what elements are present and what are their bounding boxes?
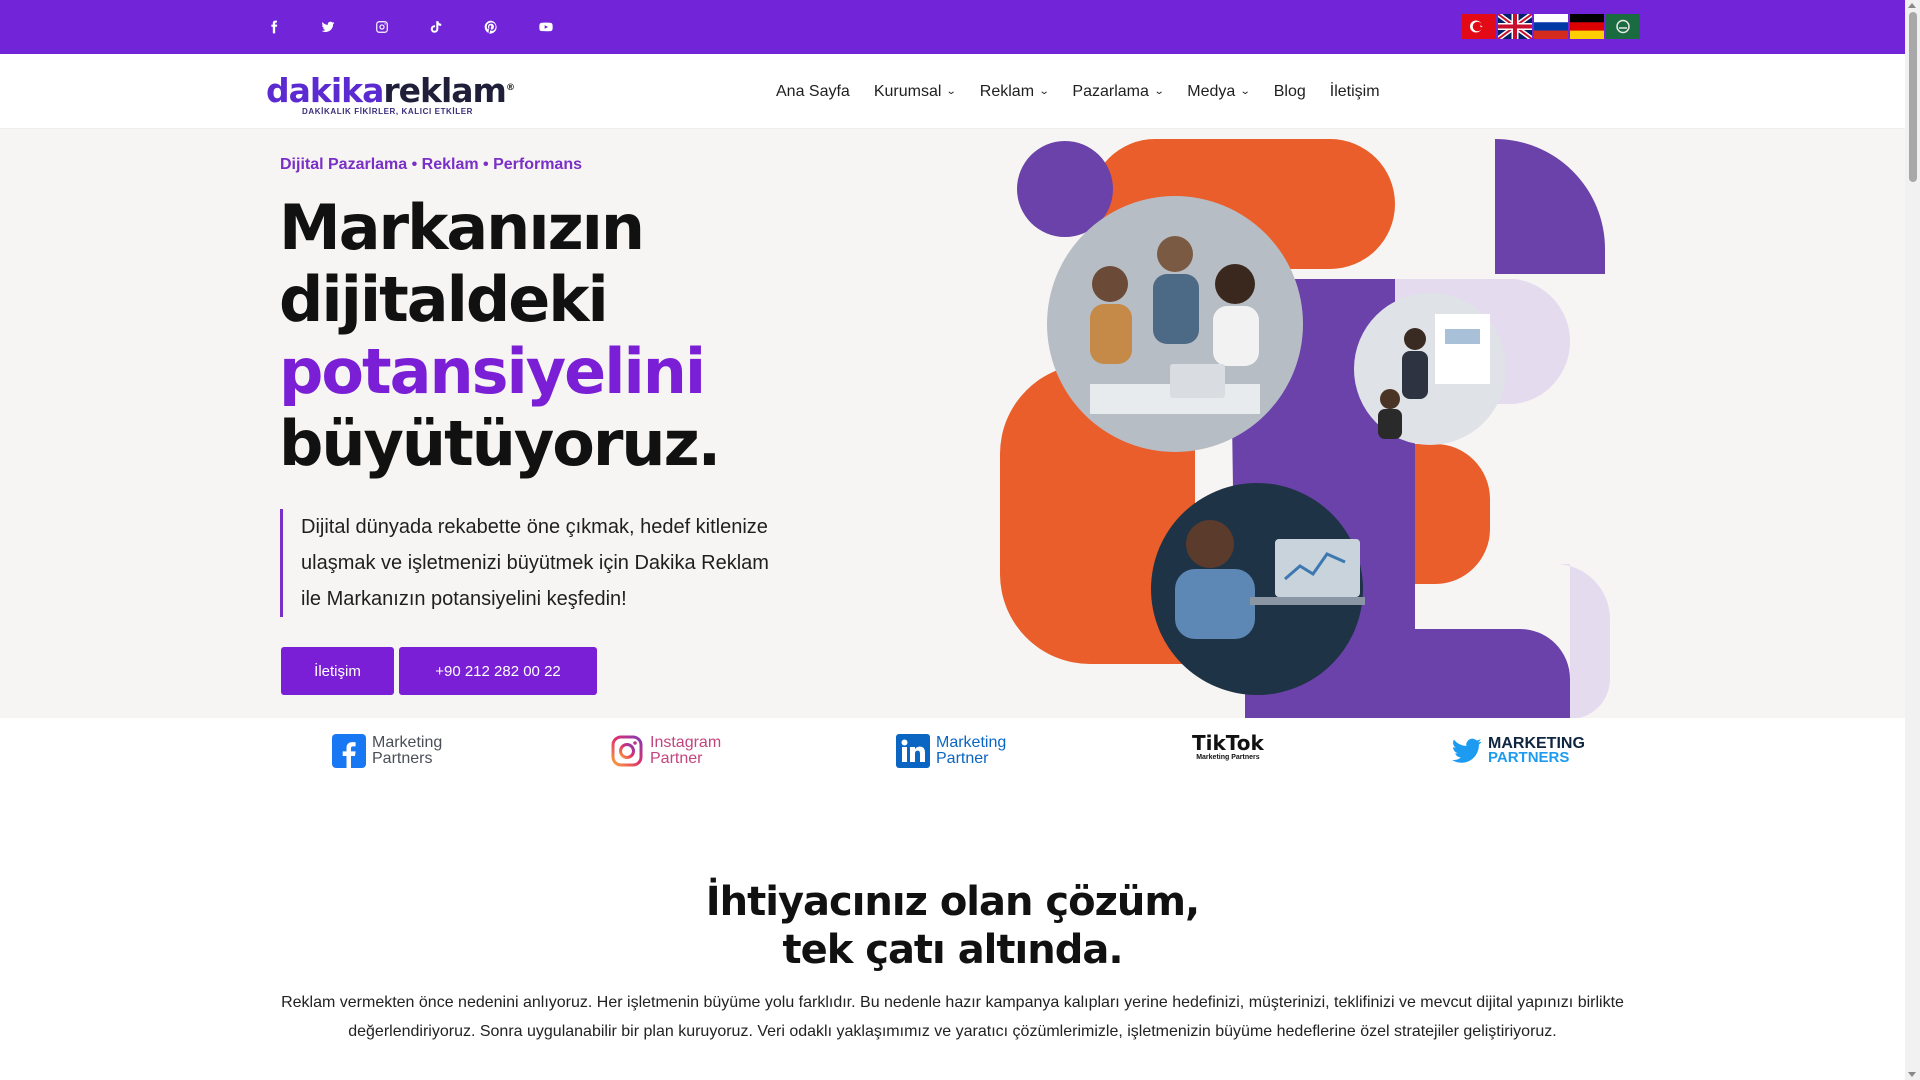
instagram-icon[interactable] (370, 0, 394, 54)
nav-reklam[interactable]: Reklam ⌄ (980, 83, 1050, 101)
scroll-up-arrow[interactable] (1908, 3, 1916, 8)
phone-button[interactable]: +90 212 282 00 22 (399, 647, 597, 695)
presentation-photo (1354, 293, 1506, 445)
twitter-marketing-partner-badge[interactable]: MARKETING PARTNERS (1452, 732, 1585, 770)
top-bar (0, 0, 1905, 54)
nav-ana-sayfa[interactable]: Ana Sayfa (776, 83, 850, 101)
nav-medya[interactable]: Medya ⌄ (1187, 83, 1251, 101)
hero-title: Markanızın dijitaldeki potansiyelini büy… (279, 191, 721, 480)
hero-quote: Dijital dünyada rekabette öne çıkmak, he… (280, 509, 780, 617)
main-nav: Ana Sayfa Kurumsal ⌄ Reklam ⌄ Pazarlama ⌄ M… (776, 54, 1380, 129)
tiktok-icon[interactable] (424, 0, 448, 54)
chevron-down-icon: ⌄ (1153, 86, 1165, 97)
chevron-down-icon: ⌄ (1240, 86, 1251, 97)
contact-button[interactable]: İletişim (281, 647, 394, 695)
linkedin-marketing-partner-badge[interactable]: Marketing Partner (896, 732, 1006, 770)
instagram-icon (611, 735, 643, 767)
language-switcher (1462, 14, 1640, 39)
russian-flag[interactable] (1534, 14, 1568, 39)
nav-blog[interactable]: Blog (1274, 83, 1306, 101)
dakika-reklam-logo[interactable]: dakikareklam® DAKİKALIK FİKİRLER, KALICI… (266, 70, 516, 117)
english-flag[interactable] (1498, 14, 1532, 39)
chevron-down-icon: ⌄ (946, 86, 958, 97)
facebook-icon (332, 734, 366, 768)
hero-illustration (995, 134, 1625, 719)
facebook-marketing-partner-badge[interactable]: Marketing Partners (332, 732, 442, 770)
arabic-flag[interactable] (1606, 14, 1640, 39)
linkedin-icon (896, 734, 930, 768)
chevron-down-icon: ⌄ (1038, 86, 1050, 97)
twitter-icon[interactable] (316, 0, 340, 54)
partners-strip: Marketing Partners Instagram Partner Mar… (0, 718, 1905, 784)
hero-kicker: Dijital Pazarlama • Reklam • Performans (280, 156, 582, 173)
site-header: dakikareklam® DAKİKALIK FİKİRLER, KALICI… (0, 54, 1905, 129)
scroll-thumb[interactable] (1909, 12, 1917, 182)
nav-kurumsal[interactable]: Kurumsal ⌄ (874, 83, 958, 101)
solutions-description: Reklam vermekten önce nedenini anlıyoruz… (281, 994, 1624, 1040)
team-photo (1047, 196, 1303, 452)
tiktok-marketing-partner-badge[interactable]: TikTok Marketing Partners (1192, 732, 1264, 770)
instagram-partner-badge[interactable]: Instagram Partner (610, 732, 721, 770)
facebook-icon[interactable] (262, 0, 286, 54)
page-scrollbar[interactable] (1905, 0, 1920, 1080)
twitter-icon (1452, 738, 1482, 763)
nav-iletisim[interactable]: İletişim (1330, 83, 1380, 101)
solutions-title: İhtiyacınız olan çözüm, tek çatı altında… (705, 879, 1200, 973)
logo-tagline: DAKİKALIK FİKİRLER, KALICI ETKİLER (302, 107, 474, 116)
youtube-icon[interactable] (534, 0, 558, 54)
pinterest-icon[interactable] (479, 0, 503, 54)
german-flag[interactable] (1570, 14, 1604, 39)
nav-pazarlama[interactable]: Pazarlama ⌄ (1072, 83, 1165, 101)
hero-section: Dijital Pazarlama • Reklam • Performans … (0, 129, 1905, 719)
scroll-down-arrow[interactable] (1908, 1072, 1916, 1077)
logo-wordmark: dakikareklam® (266, 71, 515, 110)
turkish-flag[interactable] (1462, 14, 1496, 39)
